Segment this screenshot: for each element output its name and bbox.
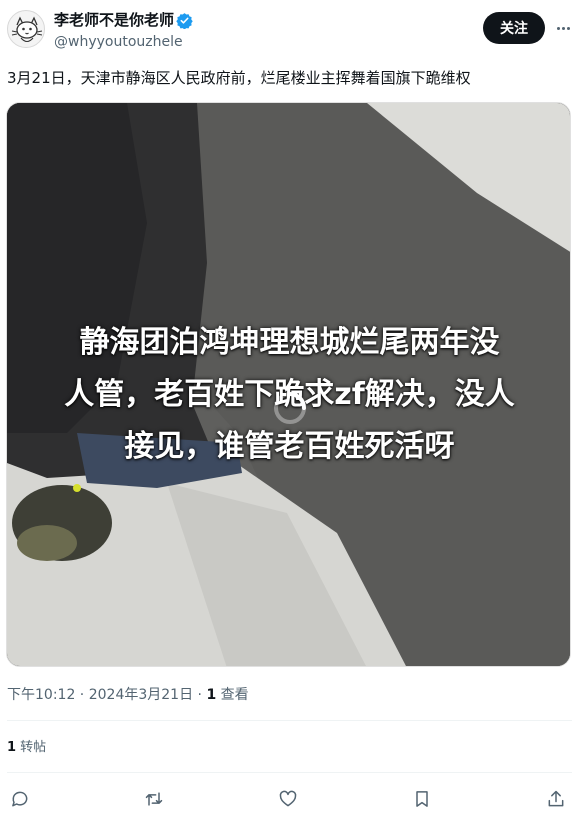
share-icon[interactable] — [543, 786, 569, 812]
retweet-stats[interactable]: 1 转帖 — [7, 738, 46, 758]
meta-separator: · — [193, 687, 207, 703]
tweet-video[interactable]: 静海团泊鸿坤理想城烂尾两年没 人管，老百姓下跪求zf解决，没人 接见，谁管老百姓… — [6, 102, 571, 667]
tweet-header: 李老师不是你老师 @whyyoutouzhele 关注 — [0, 0, 586, 60]
meta-separator: · — [75, 687, 89, 703]
verified-badge-icon — [176, 13, 193, 29]
divider — [7, 772, 572, 773]
video-caption-line: 静海团泊鸿坤理想城烂尾两年没 — [79, 325, 500, 360]
avatar[interactable] — [7, 10, 45, 48]
tweet-meta: 下午10:12 · 2024年3月21日 · 1 查看 — [7, 685, 249, 705]
views-label: 查看 — [216, 687, 249, 703]
retweets-label: 转帖 — [16, 740, 47, 755]
bookmark-icon[interactable] — [409, 786, 435, 812]
tweet-text: 3月21日，天津市静海区人民政府前，烂尾楼业主挥舞着国旗下跪维权 — [7, 69, 471, 87]
video-caption-line: 接见，谁管老百姓死活呀 — [124, 429, 455, 464]
author-handle[interactable]: @whyyoutouzhele — [54, 32, 183, 52]
tweet-time[interactable]: 下午10:12 — [7, 687, 75, 703]
loading-spinner-icon — [274, 392, 306, 424]
retweets-count: 1 — [7, 740, 17, 755]
author-display-name[interactable]: 李老师不是你老师 — [54, 10, 174, 30]
tweet-actions — [0, 786, 586, 812]
reply-icon[interactable] — [7, 786, 33, 812]
cat-sketch-avatar-icon — [11, 16, 43, 43]
views-count: 1 — [206, 687, 217, 703]
tweet-date[interactable]: 2024年3月21日 — [89, 687, 193, 703]
more-horizontal-icon[interactable] — [552, 14, 574, 42]
retweet-icon[interactable] — [141, 786, 167, 812]
like-icon[interactable] — [275, 786, 301, 812]
follow-button[interactable]: 关注 — [483, 12, 545, 44]
divider — [7, 720, 572, 721]
